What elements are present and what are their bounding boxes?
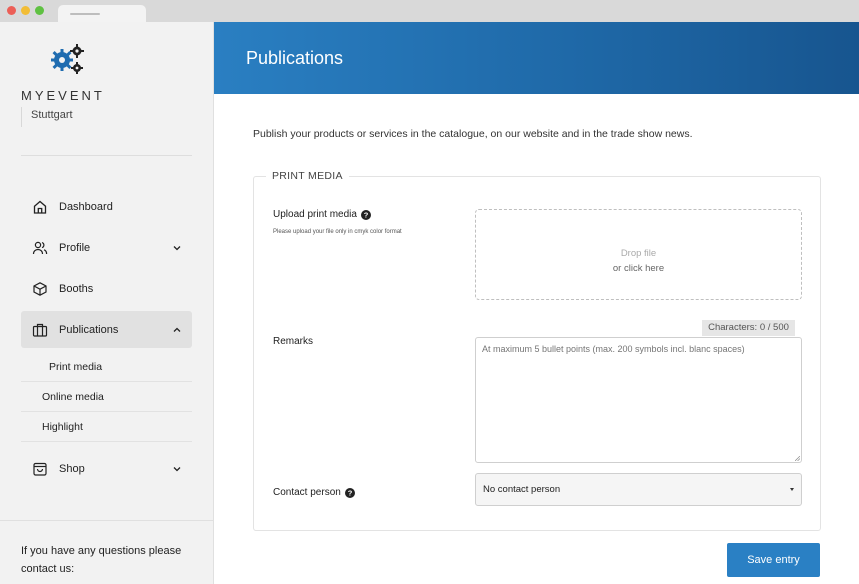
intro-text: Publish your products or services in the…	[253, 128, 693, 140]
main-content: Publications Publish your products or se…	[214, 22, 859, 584]
shopping-bag-icon	[32, 461, 48, 477]
sidebar-subitem-label: Online media	[42, 391, 104, 403]
sidebar-item-label: Booths	[59, 282, 94, 295]
sidebar-item-label: Shop	[59, 462, 85, 475]
home-icon	[32, 199, 48, 215]
svg-text:?: ?	[348, 488, 353, 497]
upload-hint: Please upload your file only in cmyk col…	[273, 229, 402, 235]
sidebar-divider	[0, 520, 213, 521]
chevron-down-icon[interactable]	[172, 464, 182, 474]
event-city: Stuttgart	[21, 107, 73, 127]
sidebar-item-label: Dashboard	[59, 200, 113, 213]
contact-label-text: Contact person	[273, 487, 341, 498]
contact-label: Contact person ?	[273, 487, 355, 498]
sidebar-item-publications[interactable]: Publications	[21, 311, 192, 348]
save-entry-button[interactable]: Save entry	[727, 543, 820, 577]
help-text: If you have any questions please contact…	[21, 545, 182, 575]
page-title: Publications	[246, 48, 344, 68]
sidebar-item-shop[interactable]: Shop	[21, 450, 192, 487]
upload-label: Upload print media ?	[273, 209, 371, 220]
remarks-textarea[interactable]	[475, 337, 802, 463]
sidebar-subitem-highlight[interactable]: Highlight	[21, 412, 192, 442]
remarks-label: Remarks	[273, 336, 313, 347]
page-header: Publications	[214, 22, 859, 94]
section-title: PRINT MEDIA	[266, 170, 349, 182]
remarks-label-text: Remarks	[273, 336, 314, 347]
svg-text:?: ?	[364, 210, 369, 219]
window-close-button[interactable]	[7, 6, 16, 15]
sidebar-divider	[21, 155, 192, 156]
file-dropzone[interactable]: Drop file or click here	[475, 209, 802, 300]
chevron-down-icon[interactable]	[172, 243, 182, 253]
chevron-up-icon[interactable]	[172, 325, 182, 335]
upload-label-text: Upload print media	[273, 209, 357, 220]
sidebar-item-label: Publications	[59, 323, 119, 336]
sidebar-item-label: Profile	[59, 241, 91, 254]
browser-tab[interactable]	[58, 5, 146, 22]
browser-chrome	[0, 0, 859, 22]
brand-name: MYEVENT	[21, 88, 105, 103]
character-counter: Characters: 0 / 500	[702, 320, 795, 336]
sidebar-subitem-label: Print media	[49, 361, 103, 373]
sidebar-subitem-print-media[interactable]: Print media	[21, 352, 192, 382]
sidebar-item-profile[interactable]: Profile	[21, 229, 192, 266]
contact-person-select[interactable]: No contact person	[475, 473, 802, 506]
users-icon	[32, 240, 48, 256]
sidebar-subitem-online-media[interactable]: Online media	[21, 382, 192, 412]
contact-person-value: No contact person	[483, 484, 561, 495]
window-maximize-button[interactable]	[35, 6, 44, 15]
browser-tab-title	[70, 13, 100, 15]
briefcase-icon	[32, 322, 48, 338]
sidebar-subitem-label: Highlight	[42, 421, 83, 433]
dropzone-text: Drop file	[620, 248, 657, 259]
sidebar: MYEVENT Stuttgart Dashboard Profile Boot…	[0, 22, 214, 584]
help-question-icon[interactable]: ?	[360, 209, 371, 220]
gears-logo-icon	[51, 44, 84, 74]
sidebar-item-dashboard[interactable]: Dashboard	[21, 188, 192, 225]
print-media-section: PRINT MEDIA Upload print media ? Please …	[253, 170, 821, 531]
cube-icon	[32, 281, 48, 297]
help-question-icon[interactable]: ?	[344, 487, 355, 498]
dropzone-subtext: or click here	[612, 263, 665, 274]
window-minimize-button[interactable]	[21, 6, 30, 15]
sidebar-item-booths[interactable]: Booths	[21, 270, 192, 307]
resize-grip-icon[interactable]	[795, 456, 800, 461]
caret-down-icon	[790, 488, 794, 491]
